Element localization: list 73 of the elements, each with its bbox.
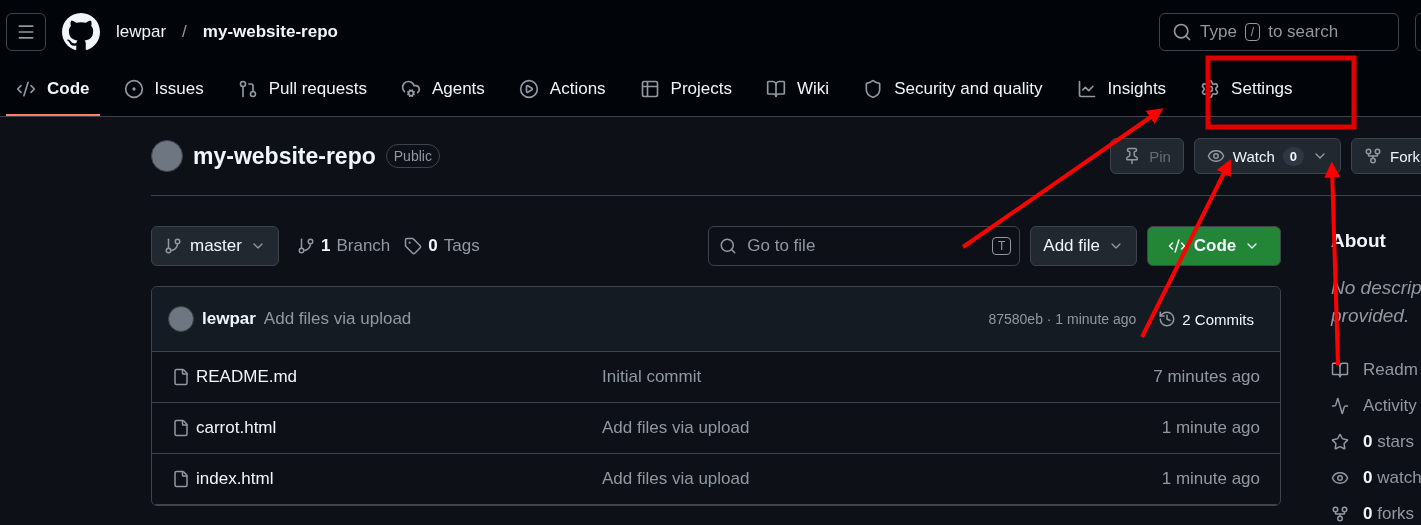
tags-link[interactable]: 0 Tags [404,236,480,256]
avatar [168,306,194,332]
about-link[interactable]: 0 forks [1331,496,1421,525]
repo-title: my-website-repo [193,142,376,170]
repo-tab[interactable]: Pull requests [227,64,377,116]
history-icon [1158,310,1177,328]
book-icon [766,79,787,99]
eye-icon [1206,147,1225,165]
book-icon [1331,361,1349,379]
commit-time: 1 minute ago [1161,418,1260,438]
branch-icon [296,237,315,255]
commit-message: Add files via upload [602,469,751,489]
add-file-button[interactable]: Add file [1030,226,1137,266]
pull-request-icon [237,79,258,99]
fork-icon [1331,505,1349,523]
watch-button[interactable]: Watch 0 [1193,138,1341,174]
avatar [151,140,183,172]
repo-tab[interactable]: Actions [508,64,616,116]
file-icon [172,368,190,386]
branch-select[interactable]: master [151,226,279,266]
play-icon [518,79,539,99]
repo-tab[interactable]: Wiki [756,64,840,116]
fork-icon [1364,147,1382,165]
branch-icon [164,237,182,255]
repo-link[interactable]: my-website-repo [202,22,338,42]
repo-tab[interactable]: Settings [1190,64,1303,116]
repo-tab[interactable]: Agents [390,64,495,116]
about-link[interactable]: 0 watch [1331,460,1421,496]
table-icon [639,79,660,99]
graph-icon [1076,79,1097,99]
repo-tab[interactable]: Projects [629,64,743,116]
menu-icon [16,22,36,42]
code-icon [16,79,36,99]
repo-tab[interactable]: Issues [113,64,214,116]
star-icon [1331,433,1349,451]
about-link[interactable]: Activity [1331,388,1421,424]
settings-icon [1200,79,1221,99]
about-link[interactable]: Readm [1331,352,1421,388]
file-link[interactable]: index.html [172,469,602,489]
commits-link[interactable]: 2 Commits [1158,310,1254,328]
repo-tab[interactable]: Security and quality [853,64,1053,116]
tag-icon [404,237,423,255]
menu-button[interactable] [6,13,46,51]
search-icon [719,237,738,255]
about-link[interactable]: 0 stars [1331,424,1421,460]
file-link[interactable]: README.md [172,367,602,387]
fork-button[interactable]: Fork [1351,138,1421,174]
search-icon [1172,22,1192,42]
file-icon [172,419,190,437]
commit-time: 7 minutes ago [1153,367,1260,387]
commit-message[interactable]: Add files via upload [263,309,412,329]
repo-tab[interactable]: Code [6,64,100,116]
commit-message: Initial commit [602,367,703,387]
commit-message: Add files via upload [602,418,751,438]
file-icon [172,470,190,488]
branches-link[interactable]: 1 Branch [296,236,391,256]
search-field[interactable]: Type / to search [1159,13,1399,51]
commit-info[interactable]: 87580eb · 1 minute ago [988,311,1137,327]
commit-time: 1 minute ago [1161,469,1260,489]
repo-tab[interactable]: Insights [1066,64,1177,116]
commit-author[interactable]: lewpar [202,309,256,329]
shield-icon [863,79,884,99]
octocat-logo-icon[interactable] [62,13,100,51]
breadcrumb-separator: / [182,22,187,42]
cloud-icon [400,79,421,99]
go-to-file-field[interactable]: Go to file T [708,226,1021,266]
file-link[interactable]: carrot.html [172,418,602,438]
circle-dot-icon [123,79,144,99]
code-icon [1167,237,1186,255]
pulse-icon [1331,397,1349,415]
code-button[interactable]: Code [1147,226,1281,266]
owner-link[interactable]: lewpar [116,22,167,42]
eye-icon [1331,469,1349,487]
